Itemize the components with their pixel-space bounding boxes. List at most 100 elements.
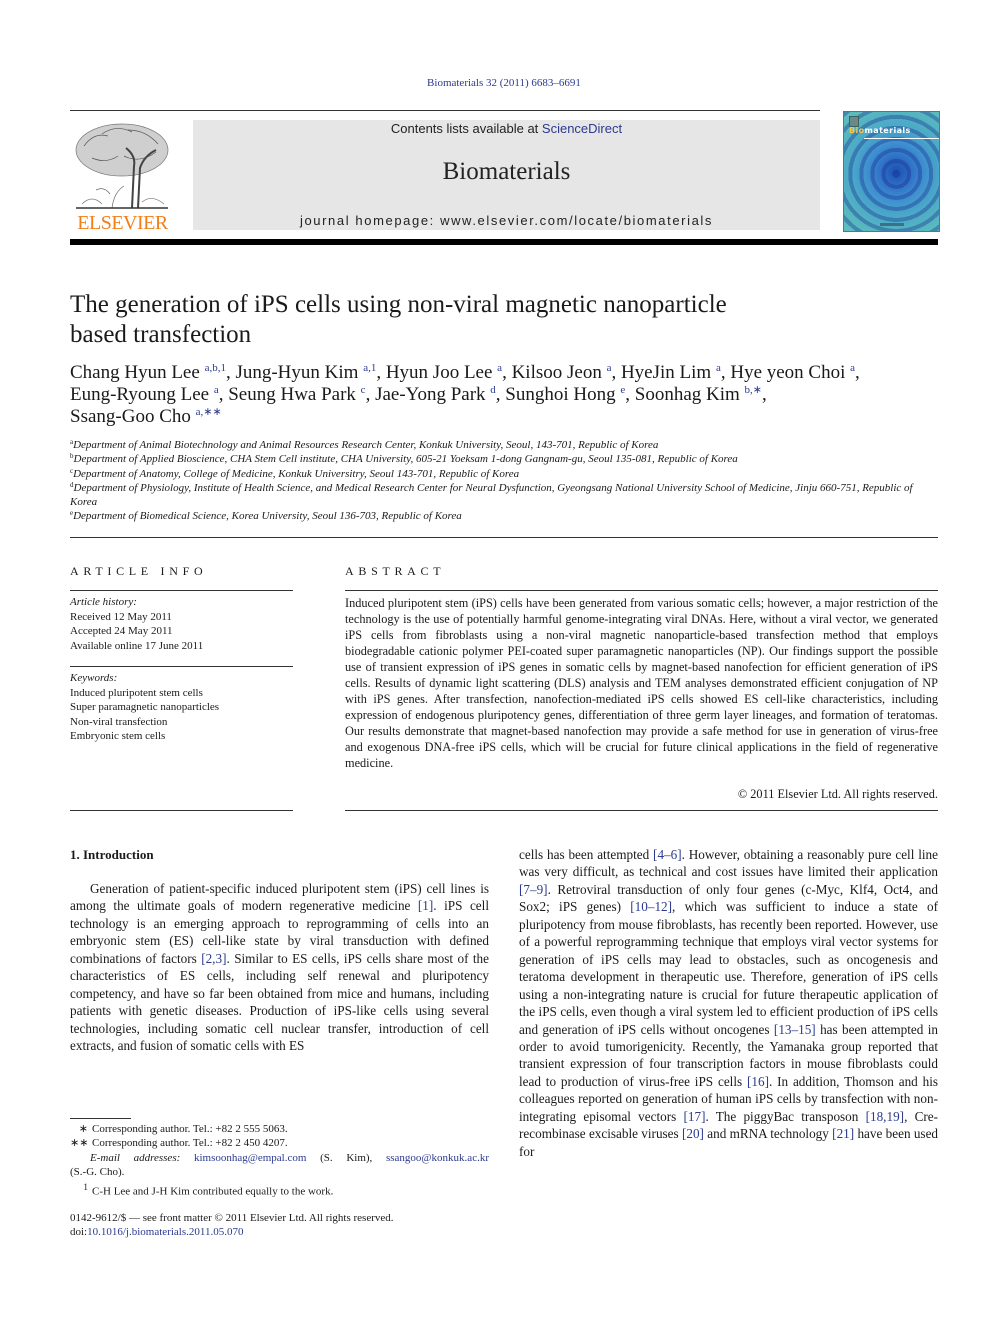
author-name: Hye yeon Choi: [730, 362, 851, 383]
header-thick-rule: [70, 239, 938, 245]
author-separator: ,: [625, 384, 635, 405]
author-separator: ,: [611, 362, 621, 383]
footnote-mark: ∗∗: [70, 1137, 89, 1150]
author-separator: ,: [365, 384, 376, 405]
email-link-cho[interactable]: ssangoo@konkuk.ac.kr: [386, 1152, 489, 1164]
title-line-1: The generation of iPS cells using non-vi…: [70, 291, 727, 318]
journal-cover-image[interactable]: Biomaterials: [843, 111, 940, 232]
affiliation-item: aDepartment of Animal Biotechnology and …: [70, 438, 938, 452]
author-affiliation-mark[interactable]: b,∗: [745, 384, 762, 396]
author-name: Eung-Ryoung Lee: [70, 384, 214, 405]
footnote-rule: [70, 1118, 131, 1119]
elsevier-logo[interactable]: ELSEVIER: [70, 118, 175, 234]
article-info-rule: [70, 810, 293, 811]
author-name: Jung-Hyun Kim: [235, 362, 364, 383]
affiliation-text: Department of Anatomy, College of Medici…: [73, 467, 520, 480]
journal-citation-link[interactable]: Biomaterials 32 (2011) 6683–6691: [427, 77, 581, 89]
author-separator: ,: [720, 362, 731, 383]
journal-citation: Biomaterials 32 (2011) 6683–6691: [0, 77, 992, 89]
author-separator: ,: [495, 384, 506, 405]
citation-link[interactable]: [21]: [832, 1126, 854, 1141]
email-label: E-mail addresses:: [90, 1151, 181, 1164]
article-history: Article history: Received 12 May 2011 Ac…: [70, 595, 293, 653]
elsevier-tree-icon: [75, 123, 169, 209]
author-affiliation-mark[interactable]: a,∗∗: [196, 406, 222, 418]
abstract-rule: [345, 810, 938, 811]
cover-footer-mark: [880, 223, 904, 226]
article-info-rule: [70, 666, 293, 667]
intro-paragraph-continued: cells has been attempted [4–6]. However,…: [519, 846, 938, 1160]
keyword-item: Induced pluripotent stem cells: [70, 686, 203, 699]
accepted-date: Accepted 24 May 2011: [70, 625, 173, 637]
abstract-rule: [345, 590, 938, 591]
citation-link[interactable]: [20]: [682, 1126, 704, 1141]
footnote-mark: ∗: [78, 1123, 88, 1135]
citation-link[interactable]: [1]: [418, 898, 433, 913]
footnote-mark: 1: [83, 1181, 88, 1192]
email-link-kim[interactable]: kimsoonhag@empal.com: [194, 1152, 306, 1164]
author-name: Ssang-Goo Cho: [70, 406, 196, 427]
keyword-item: Super paramagnetic nanoparticles: [70, 701, 220, 713]
citation-link[interactable]: [13–15]: [774, 1022, 816, 1037]
abstract-copyright: © 2011 Elsevier Ltd. All rights reserved…: [737, 787, 938, 801]
received-date: Received 12 May 2011: [70, 610, 172, 623]
article-info-heading: ARTICLE INFO: [70, 564, 208, 578]
footnote-corresponding-1: ∗ Corresponding author. Tel.: +82 2 555 5…: [70, 1122, 489, 1136]
author-separator: ,: [762, 384, 767, 405]
author-affiliation-mark[interactable]: a,b,1: [205, 362, 226, 374]
journal-name: Biomaterials: [442, 158, 571, 185]
affiliation-text: Department of Applied Bioscience, CHA St…: [73, 453, 738, 466]
history-label: Article history:: [70, 596, 137, 608]
author-name: Soonhag Kim: [634, 384, 745, 405]
keyword-item: Embryonic stem cells: [70, 730, 166, 742]
citation-link[interactable]: [7–9]: [519, 882, 548, 897]
sciencedirect-link[interactable]: ScienceDirect: [542, 121, 622, 136]
author-name: Kilsoo Jeon: [511, 362, 607, 383]
author-name: Sunghoi Hong: [505, 384, 621, 405]
footnote-emails: E-mail addresses: kimsoonhag@empal.com (…: [90, 1151, 489, 1164]
citation-link[interactable]: [18,19]: [866, 1109, 904, 1124]
author-name: HyeJin Lim: [620, 362, 716, 383]
bottom-publication-info: 0142-9612/$ — see front matter © 2011 El…: [70, 1211, 510, 1240]
body-column-right: cells has been attempted [4–6]. However,…: [519, 846, 938, 1160]
title-line-2: based transfection: [70, 321, 252, 348]
body-text: , which was sufficient to induce a state…: [519, 899, 938, 1037]
contents-line: Contents lists available at ScienceDirec…: [193, 121, 820, 136]
issn-line: 0142-9612/$ — see front matter © 2011 El…: [70, 1212, 394, 1224]
journal-homepage-link[interactable]: journal homepage: www.elsevier.com/locat…: [193, 213, 820, 228]
footnote-equal-contribution: 1 C-H Lee and J-H Kim contributed equally…: [70, 1180, 489, 1199]
cover-title: Biomaterials: [849, 126, 911, 135]
cover-rule: [864, 138, 939, 139]
body-text: and mRNA technology: [703, 1126, 833, 1142]
keyword-item: Non-viral transfection: [70, 715, 168, 728]
affiliation-item: eDepartment of Biomedical Science, Korea…: [70, 509, 938, 523]
article-info-rule: [70, 590, 293, 591]
doi-link[interactable]: 10.1016/j.biomaterials.2011.05.070: [87, 1226, 243, 1238]
elsevier-wordmark: ELSEVIER: [77, 212, 168, 234]
affiliation-item: cDepartment of Anatomy, College of Medic…: [70, 467, 938, 481]
author-affiliation-mark[interactable]: a,1: [363, 362, 376, 374]
affiliation-text: Department of Physiology, Institute of H…: [70, 481, 913, 509]
abstract-heading: ABSTRACT: [345, 564, 446, 578]
author-separator: ,: [855, 362, 860, 383]
footnote-corresponding-2: ∗∗ Corresponding author. Tel.: +82 2 450 …: [70, 1137, 288, 1150]
author-name: Seung Hwa Park: [228, 384, 361, 405]
affiliation-list: aDepartment of Animal Biotechnology and …: [70, 438, 938, 524]
body-text: . Similar to ES cells, iPS cells share m…: [70, 950, 489, 1054]
affiliation-item: dDepartment of Physiology, Institute of …: [70, 481, 938, 510]
header-top-rule: [70, 110, 820, 111]
author-name: Jae-Yong Park: [375, 384, 491, 405]
citation-link[interactable]: [16]: [747, 1074, 769, 1089]
body-column-left: Generation of patient-specific induced p…: [70, 880, 489, 1055]
citation-link[interactable]: [2,3]: [201, 951, 226, 966]
author-name: Chang Hyun Lee: [70, 362, 205, 383]
footnote-email-owner: (S.-G. Cho).: [70, 1166, 125, 1179]
section-rule: [70, 537, 938, 538]
contents-prefix: Contents lists available at: [390, 121, 542, 136]
citation-link[interactable]: [10–12]: [630, 899, 672, 914]
citation-link[interactable]: [4–6]: [653, 847, 682, 862]
citation-link[interactable]: [17]: [683, 1109, 705, 1124]
journal-banner: Contents lists available at ScienceDirec…: [193, 120, 820, 230]
keywords: Keywords: Induced pluripotent stem cells…: [70, 671, 293, 744]
author-name: Hyun Joo Lee: [385, 362, 498, 383]
